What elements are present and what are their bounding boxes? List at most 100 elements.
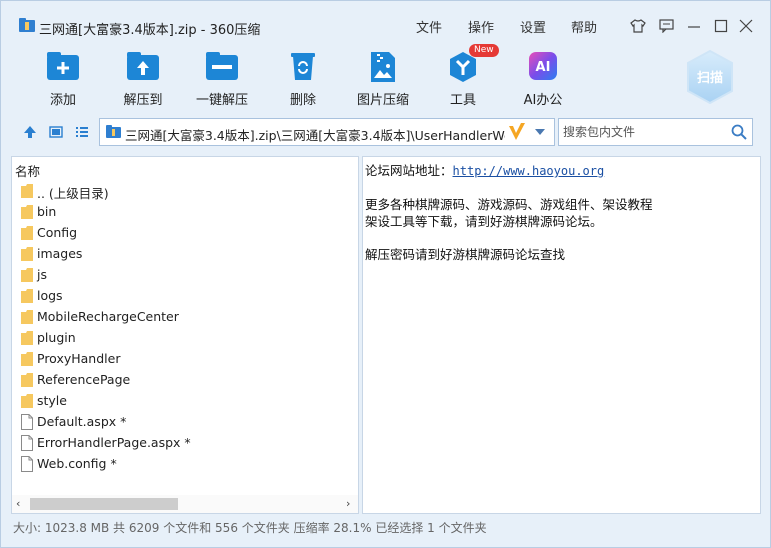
address-bar[interactable]: 三网通[大富豪3.4版本].zip\三网通[大富豪3.4版本]\UserHand…	[99, 118, 555, 146]
delete-button[interactable]: 删除	[268, 51, 338, 108]
file-icon	[21, 435, 33, 451]
scan-shield-icon: 扫描	[687, 49, 733, 105]
thumbnail-view-button[interactable]	[48, 124, 64, 140]
file-row-images[interactable]: images	[12, 243, 358, 264]
comment-pane: 论坛网站地址：http://www.haoyou.org 更多各种棋牌源码、游戏…	[362, 156, 761, 514]
comment-line-3: 架设工具等下载，请到好游棋牌源码论坛。	[365, 214, 603, 229]
one-click-extract-icon	[206, 52, 238, 80]
extract-to-button[interactable]: 解压到	[108, 51, 178, 108]
add-icon	[47, 52, 79, 80]
scrollbar-thumb[interactable]	[30, 498, 178, 510]
one-click-extract-label: 一键解压	[195, 93, 248, 108]
file-row-config[interactable]: Config	[12, 222, 358, 243]
image-compress-label: 图片压缩	[356, 93, 409, 108]
file-list-pane[interactable]: 名称 .. (上级目录) bin Config images js logs M…	[11, 156, 359, 514]
thumbnail-view-icon	[49, 126, 63, 138]
forum-label: 论坛网站地址：	[365, 163, 453, 178]
folder-icon	[21, 352, 33, 366]
file-name: .. (上级目录)	[37, 186, 109, 201]
tools-button[interactable]: New 工具	[428, 44, 499, 108]
file-name: ProxyHandler	[37, 351, 121, 366]
folder-icon	[21, 289, 33, 303]
folder-icon	[21, 226, 33, 240]
delete-label: 删除	[289, 93, 316, 108]
message-icon	[658, 19, 674, 33]
file-row-referencepage[interactable]: ReferencePage	[12, 369, 358, 390]
scroll-right-icon[interactable]: ›	[346, 497, 350, 510]
file-row-bin[interactable]: bin	[12, 201, 358, 222]
one-click-extract-button[interactable]: 一键解压	[187, 51, 257, 108]
list-view-icon	[76, 127, 88, 137]
menu-help[interactable]: 帮助	[571, 17, 597, 36]
file-row-logs[interactable]: logs	[12, 285, 358, 306]
folder-icon	[21, 310, 33, 324]
arrow-up-icon	[24, 126, 36, 138]
file-row-web-config[interactable]: Web.config *	[12, 453, 358, 474]
address-path: 三网通[大富豪3.4版本].zip\三网通[大富豪3.4版本]\UserHand…	[125, 128, 505, 143]
file-row-parent[interactable]: .. (上级目录)	[12, 180, 358, 201]
close-button[interactable]	[737, 17, 755, 35]
folder-icon	[21, 247, 33, 261]
scan-button[interactable]: 扫描	[684, 49, 736, 105]
file-row-default-aspx[interactable]: Default.aspx *	[12, 411, 358, 432]
menu-file[interactable]: 文件	[416, 17, 442, 36]
minimize-button[interactable]	[685, 17, 703, 35]
maximize-icon	[714, 19, 728, 33]
file-list: .. (上级目录) bin Config images js logs Mobi…	[12, 180, 358, 474]
maximize-button[interactable]	[712, 17, 730, 35]
file-row-errorhandlerpage-aspx[interactable]: ErrorHandlerPage.aspx *	[12, 432, 358, 453]
file-name: bin	[37, 204, 57, 219]
file-name: plugin	[37, 330, 76, 345]
folder-icon	[21, 394, 33, 408]
scroll-left-icon[interactable]: ‹	[16, 497, 20, 510]
horizontal-scrollbar[interactable]: ‹ ›	[12, 495, 358, 513]
folder-icon	[21, 373, 33, 387]
forum-link[interactable]: http://www.haoyou.org	[453, 164, 605, 178]
title-bar: 三网通[大富豪3.4版本].zip - 360压缩 文件 操作 设置 帮助	[1, 1, 770, 38]
image-compress-button[interactable]: 图片压缩	[348, 51, 418, 108]
add-button[interactable]: 添加	[28, 51, 98, 108]
ai-office-label: AI办公	[523, 93, 563, 108]
comment-line-4: 解压密码请到好游棋牌源码论坛查找	[365, 247, 566, 262]
file-name: js	[37, 267, 47, 282]
file-name: logs	[37, 288, 63, 303]
skin-button[interactable]	[629, 17, 647, 35]
chevron-down-icon[interactable]	[534, 128, 546, 136]
column-header-name[interactable]: 名称	[15, 161, 40, 180]
up-level-button[interactable]	[22, 124, 38, 140]
add-label: 添加	[49, 93, 76, 108]
menu-settings[interactable]: 设置	[520, 17, 546, 36]
search-icon[interactable]	[731, 124, 747, 140]
search-input[interactable]	[563, 123, 723, 141]
status-bar: 大小: 1023.8 MB 共 6209 个文件和 556 个文件夹 压缩率 2…	[13, 521, 487, 535]
window-title: 三网通[大富豪3.4版本].zip - 360压缩	[39, 23, 261, 38]
tools-label: 工具	[449, 93, 476, 108]
image-compress-icon	[371, 52, 395, 82]
archive-icon	[19, 18, 35, 32]
recycle-bin-icon	[291, 53, 315, 80]
ai-office-button[interactable]: AI AI办公	[508, 51, 578, 108]
feedback-button[interactable]	[657, 17, 675, 35]
v-logo-icon	[509, 123, 525, 140]
search-box[interactable]	[558, 118, 753, 146]
shirt-icon	[630, 19, 646, 33]
file-row-style[interactable]: style	[12, 390, 358, 411]
list-view-button[interactable]	[74, 124, 90, 140]
extract-to-label: 解压到	[123, 93, 163, 108]
menu-operate[interactable]: 操作	[468, 17, 494, 36]
file-row-proxyhandler[interactable]: ProxyHandler	[12, 348, 358, 369]
file-name: Config	[37, 225, 78, 240]
file-row-js[interactable]: js	[12, 264, 358, 285]
folder-icon	[21, 268, 33, 282]
ai-office-icon: AI	[529, 52, 557, 80]
file-icon	[21, 456, 33, 472]
file-icon	[21, 414, 33, 430]
file-name: ReferencePage	[37, 372, 131, 387]
file-name: ErrorHandlerPage.aspx *	[37, 435, 191, 450]
file-row-mobilerechargecenter[interactable]: MobileRechargeCenter	[12, 306, 358, 327]
ai-icon-text: AI	[536, 60, 551, 75]
extract-to-icon	[127, 52, 159, 80]
archive-icon	[106, 125, 121, 138]
file-row-plugin[interactable]: plugin	[12, 327, 358, 348]
new-badge: New	[469, 44, 499, 57]
